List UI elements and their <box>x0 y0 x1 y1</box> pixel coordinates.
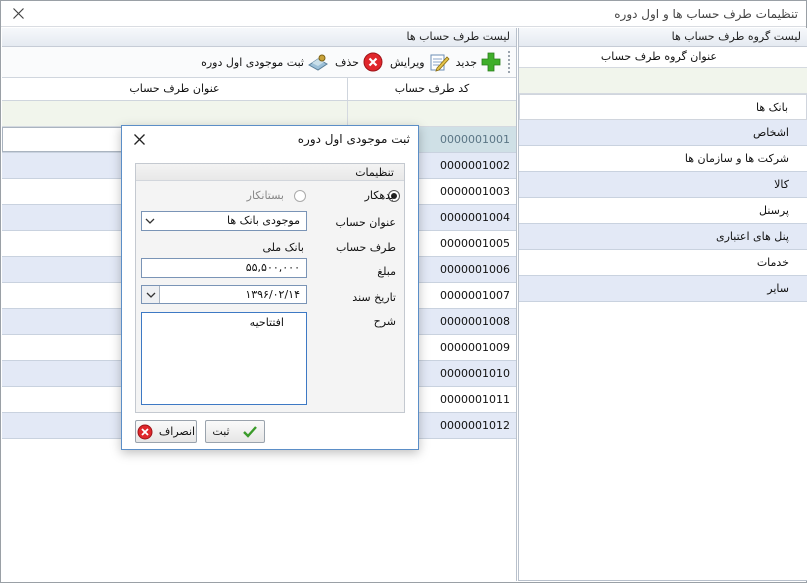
dialog-close-button[interactable] <box>122 126 156 152</box>
opening-balance-button[interactable]: ثبت موجودی اول دوره <box>201 50 329 74</box>
description-value: افتتاحیه <box>249 316 284 329</box>
group-row[interactable]: بانک ها <box>519 94 807 120</box>
cancel-icon <box>137 424 153 440</box>
opening-balance-dialog: ثبت موجودی اول دوره تنظیمات بدهکار بستان… <box>121 125 419 450</box>
money-icon <box>307 51 329 73</box>
party-label: طرف حساب <box>335 241 396 254</box>
dialog-title-bar: ثبت موجودی اول دوره <box>122 126 418 153</box>
amount-value: ۵۵,۵۰۰,۰۰۰ <box>245 261 300 274</box>
check-icon <box>242 424 258 440</box>
account-title-select[interactable]: موجودی بانک ها <box>141 211 307 231</box>
new-button[interactable]: جدید <box>456 50 502 74</box>
account-filter-row[interactable] <box>2 101 516 127</box>
title-bar: تنظیمات طرف حساب ها و اول دوره <box>1 1 806 27</box>
group-filter-row[interactable] <box>519 68 807 94</box>
description-label: شرح <box>373 315 396 328</box>
debtor-label: بدهکار <box>364 189 394 202</box>
delete-icon <box>362 51 384 73</box>
group-row[interactable]: پنل های اعتباری <box>519 224 807 250</box>
account-title-value: موجودی بانک ها <box>226 214 300 227</box>
account-list-title: لیست طرف حساب ها <box>2 28 516 47</box>
name-column-header[interactable]: عنوان طرف حساب <box>2 78 347 100</box>
cancel-button-label: انصراف <box>158 425 196 438</box>
account-title-label: عنوان حساب <box>335 216 396 229</box>
submit-button-label: ثبت <box>212 425 230 438</box>
group-row[interactable]: سایر <box>519 276 807 302</box>
edit-button[interactable]: ویرایش <box>390 50 450 74</box>
window-close-button[interactable] <box>1 1 35 26</box>
delete-button[interactable]: حذف <box>335 50 384 74</box>
date-label: تاریخ سند <box>352 291 396 304</box>
plus-icon <box>480 51 502 73</box>
date-picker[interactable]: ۱۳۹۶/۰۲/۱۴ <box>141 285 307 304</box>
party-value: بانک ملی <box>262 241 304 254</box>
dialog-title: ثبت موجودی اول دوره <box>297 132 410 146</box>
edit-icon <box>428 51 450 73</box>
description-textarea[interactable]: افتتاحیه <box>141 312 307 405</box>
code-column-header[interactable]: کد طرف حساب <box>347 78 516 100</box>
close-icon <box>12 8 24 19</box>
amount-input[interactable]: ۵۵,۵۰۰,۰۰۰ <box>141 258 307 278</box>
settings-group-title: تنظیمات <box>136 164 404 181</box>
group-row[interactable]: اشخاص <box>519 120 807 146</box>
window-title: تنظیمات طرف حساب ها و اول دوره <box>614 7 798 21</box>
toolbar: جدید ویرایش حذف ثبت موجودی اول دوره <box>2 47 516 78</box>
account-grid-header: کد طرف حساب عنوان طرف حساب <box>2 78 516 101</box>
new-button-label: جدید <box>455 55 477 69</box>
edit-button-label: ویرایش <box>389 55 425 69</box>
group-title-column-header[interactable]: عنوان گروه طرف حساب <box>519 47 807 68</box>
settings-group: تنظیمات بدهکار بستانکار عنوان حساب موجود… <box>135 163 405 413</box>
submit-button[interactable]: ثبت <box>205 420 265 443</box>
creditor-radio[interactable] <box>294 190 306 202</box>
date-value: ۱۳۹۶/۰۲/۱۴ <box>245 288 300 301</box>
delete-button-label: حذف <box>335 55 359 69</box>
date-dropdown-button[interactable] <box>142 286 160 303</box>
creditor-label: بستانکار <box>246 189 284 202</box>
group-row[interactable]: خدمات <box>519 250 807 276</box>
group-list-title: لیست گروه طرف حساب ها <box>519 28 807 47</box>
chevron-down-icon <box>145 216 155 229</box>
group-row[interactable]: کالا <box>519 172 807 198</box>
toolbar-grip[interactable] <box>508 51 512 73</box>
group-row[interactable]: پرسنل <box>519 198 807 224</box>
chevron-down-icon <box>146 292 155 298</box>
opening-balance-label: ثبت موجودی اول دوره <box>201 55 304 69</box>
group-list-panel: لیست گروه طرف حساب ها عنوان گروه طرف حسا… <box>518 28 807 581</box>
amount-label: مبلغ <box>377 265 396 278</box>
cancel-button[interactable]: انصراف <box>135 420 197 443</box>
close-icon <box>133 133 145 145</box>
group-row[interactable]: شرکت ها و سازمان ها <box>519 146 807 172</box>
